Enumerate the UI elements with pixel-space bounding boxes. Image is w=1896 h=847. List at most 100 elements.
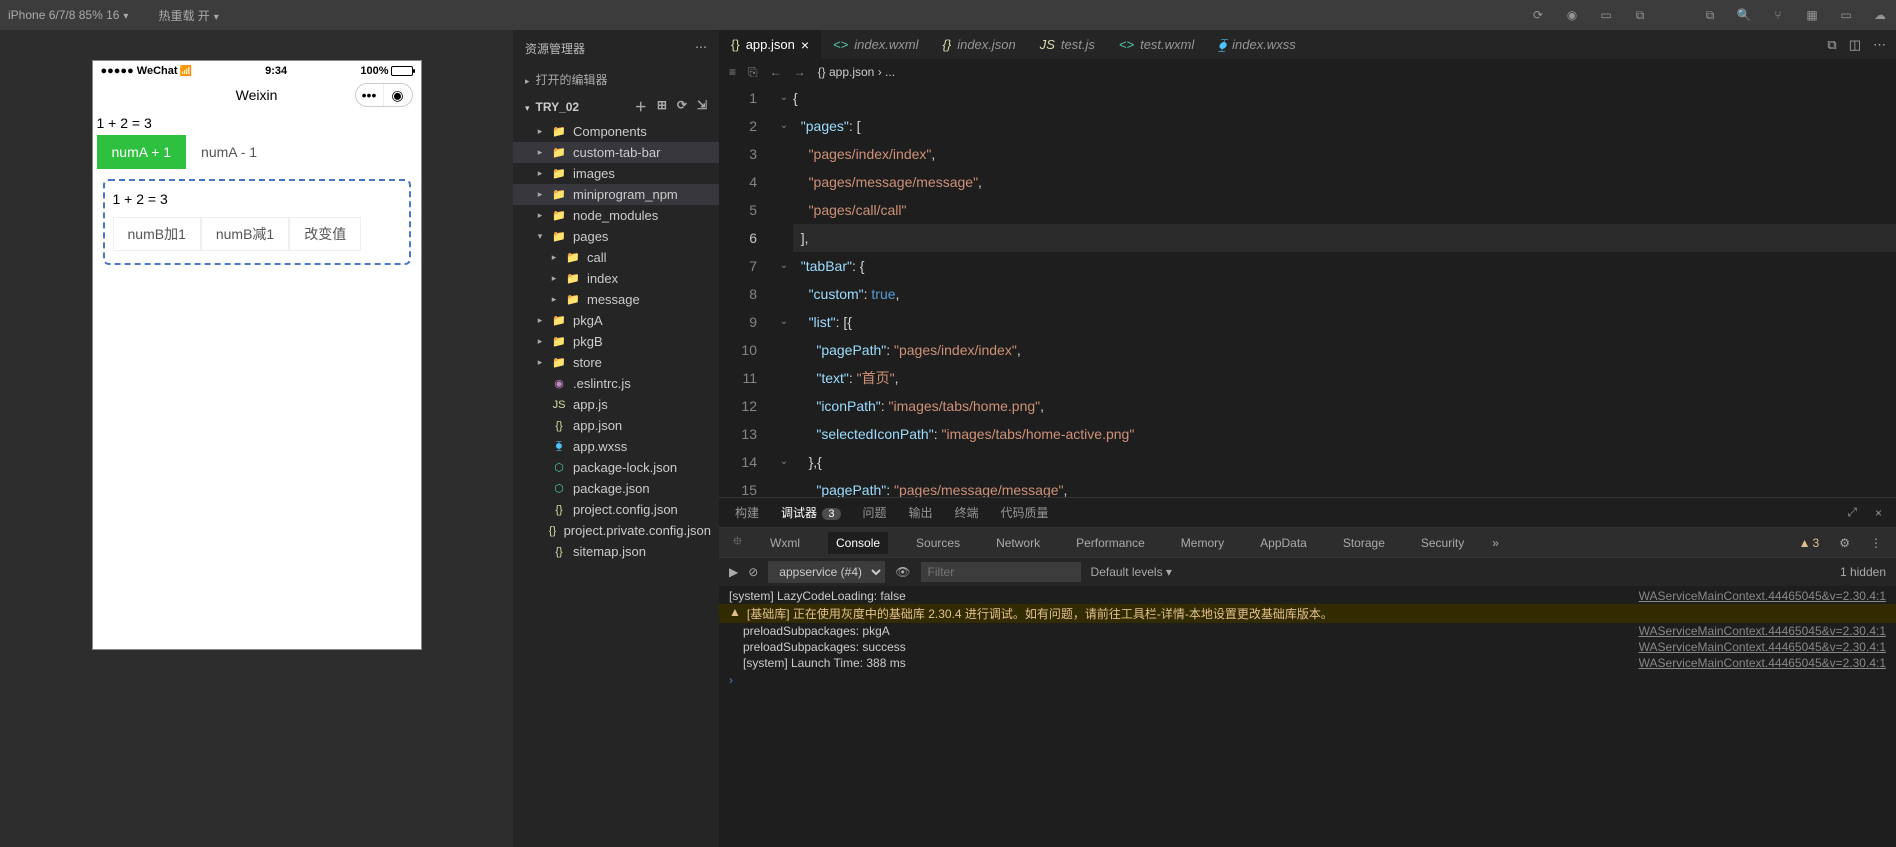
copy-icon[interactable]: ⧉ bbox=[1632, 7, 1648, 23]
hot-reload-toggle[interactable]: 热重载 开 bbox=[158, 7, 218, 24]
panel-tab-output[interactable]: 输出 bbox=[907, 504, 935, 521]
forward-icon[interactable]: → bbox=[794, 65, 806, 80]
devtools-tab-console[interactable]: Console bbox=[828, 532, 888, 554]
kebab-icon[interactable]: ⋮ bbox=[1870, 536, 1882, 550]
capsule-menu-icon[interactable]: ••• bbox=[356, 84, 384, 106]
carrier-label: ●●●●● WeChat bbox=[101, 65, 192, 77]
tab-indexwxml[interactable]: <>index.wxml bbox=[821, 30, 930, 59]
back-icon[interactable]: ← bbox=[770, 65, 782, 80]
warning-count[interactable]: ▲ 3 bbox=[1799, 536, 1820, 550]
console-clear-icon[interactable]: ⊘ bbox=[748, 565, 758, 579]
bookmark-icon[interactable]: ⎘ bbox=[748, 65, 758, 80]
panel-maximize-icon[interactable]: ⤢ bbox=[1847, 505, 1857, 520]
new-file-icon[interactable]: ＋ bbox=[635, 98, 647, 115]
console-play-icon[interactable]: ▶ bbox=[729, 565, 738, 579]
file-appjson[interactable]: {}app.json bbox=[513, 415, 719, 436]
file-project-private[interactable]: {}project.private.config.json bbox=[513, 520, 719, 541]
folder-miniprogram-npm[interactable]: ▸📁miniprogram_npm bbox=[513, 184, 719, 205]
console-output[interactable]: [system] LazyCodeLoading: falseWAService… bbox=[719, 586, 1896, 847]
inspect-icon[interactable]: ⯐ bbox=[733, 532, 742, 553]
devtools-tab-memory[interactable]: Memory bbox=[1173, 532, 1232, 554]
project-name[interactable]: TRY_02 bbox=[525, 100, 579, 114]
capsule-close-icon[interactable]: ◉ bbox=[384, 84, 412, 106]
layout-icon[interactable]: ◫ bbox=[1849, 37, 1861, 53]
devtools-tab-wxml[interactable]: Wxml bbox=[762, 532, 808, 554]
code-editor[interactable]: 123456789101112131415 ⌄⌄⌄⌄⌄ { "pages": [… bbox=[719, 84, 1896, 497]
folder-custom-tab-bar[interactable]: ▸📁custom-tab-bar bbox=[513, 142, 719, 163]
panel-close-icon[interactable]: × bbox=[1875, 506, 1882, 520]
more-icon[interactable]: ⋯ bbox=[1873, 37, 1886, 53]
devtools-tab-storage[interactable]: Storage bbox=[1335, 532, 1393, 554]
folder-images[interactable]: ▸📁images bbox=[513, 163, 719, 184]
folder-call[interactable]: ▸📁call bbox=[513, 247, 719, 268]
devtools-tab-appdata[interactable]: AppData bbox=[1252, 532, 1315, 554]
panel-tab-quality[interactable]: 代码质量 bbox=[999, 504, 1051, 521]
context-selector[interactable]: appservice (#4) bbox=[768, 561, 885, 583]
folder-message[interactable]: ▸📁message bbox=[513, 289, 719, 310]
equation-2: 1 + 2 = 3 bbox=[113, 191, 401, 207]
file-sitemap[interactable]: {}sitemap.json bbox=[513, 541, 719, 562]
file-project-config[interactable]: {}project.config.json bbox=[513, 499, 719, 520]
folder-node-modules[interactable]: ▸📁node_modules bbox=[513, 205, 719, 226]
more-icon[interactable]: ⋯ bbox=[695, 40, 707, 57]
filter-input[interactable] bbox=[921, 562, 1081, 582]
panel-tab-build[interactable]: 构建 bbox=[733, 504, 761, 521]
settings-icon[interactable]: ⚙ bbox=[1839, 536, 1850, 550]
phone-icon[interactable]: ▭ bbox=[1598, 7, 1614, 23]
change-value-button[interactable]: 改变值 bbox=[289, 217, 361, 251]
panel-tab-debugger[interactable]: 调试器 3 bbox=[779, 504, 842, 529]
bottom-panel: 构建 调试器 3 问题 输出 终端 代码质量 ⤢ × ⯐ Wxml Consol… bbox=[719, 497, 1896, 847]
extensions-icon[interactable]: ▦ bbox=[1804, 7, 1820, 23]
close-icon[interactable]: × bbox=[801, 37, 809, 53]
file-package-lock[interactable]: ⬡package-lock.json bbox=[513, 457, 719, 478]
levels-dropdown[interactable]: Default levels ▾ bbox=[1091, 565, 1172, 579]
cloud-icon[interactable]: ☁ bbox=[1872, 7, 1888, 23]
numB-minus-button[interactable]: numB减1 bbox=[201, 217, 289, 251]
panel-tab-problems[interactable]: 问题 bbox=[861, 504, 889, 521]
refresh-icon[interactable]: ⟳ bbox=[1530, 7, 1546, 23]
file-eslintrc[interactable]: ◉.eslintrc.js bbox=[513, 373, 719, 394]
device-selector[interactable]: iPhone 6/7/8 85% 16 bbox=[8, 8, 128, 22]
eye-icon[interactable]: 👁 bbox=[895, 565, 910, 579]
devtools-tab-performance[interactable]: Performance bbox=[1068, 532, 1153, 554]
editor-tabs: {}app.json× <>index.wxml {}index.json JS… bbox=[719, 30, 1896, 60]
new-folder-icon[interactable]: ⊞ bbox=[657, 98, 667, 115]
file-appjs[interactable]: JSapp.js bbox=[513, 394, 719, 415]
folder-store[interactable]: ▸📁store bbox=[513, 352, 719, 373]
numB-plus-button[interactable]: numB加1 bbox=[113, 217, 201, 251]
file-package[interactable]: ⬡package.json bbox=[513, 478, 719, 499]
list-icon[interactable]: ≡ bbox=[729, 65, 736, 80]
equation-1: 1 + 2 = 3 bbox=[97, 113, 417, 135]
split-icon[interactable]: ⧉ bbox=[1827, 37, 1836, 53]
devtools-tab-sources[interactable]: Sources bbox=[908, 532, 968, 554]
refresh-tree-icon[interactable]: ⟳ bbox=[677, 98, 687, 115]
dashed-box: 1 + 2 = 3 numB加1 numB减1 改变值 bbox=[103, 179, 411, 265]
collapse-icon[interactable]: ⇲ bbox=[697, 98, 707, 115]
tab-indexjson[interactable]: {}index.json bbox=[931, 30, 1028, 59]
folder-pages[interactable]: ▾📁pages bbox=[513, 226, 719, 247]
numA-plus-button[interactable]: numA + 1 bbox=[97, 135, 187, 169]
folder-components[interactable]: ▸📁Components bbox=[513, 121, 719, 142]
tab-testjs[interactable]: JStest.js bbox=[1028, 30, 1107, 59]
debug-icon[interactable]: ▭ bbox=[1838, 7, 1854, 23]
devtools-more-icon[interactable]: » bbox=[1492, 536, 1499, 550]
stop-icon[interactable]: ◉ bbox=[1564, 7, 1580, 23]
folder-index[interactable]: ▸📁index bbox=[513, 268, 719, 289]
tab-testwxml[interactable]: <>test.wxml bbox=[1107, 30, 1206, 59]
folder-pkgB[interactable]: ▸📁pkgB bbox=[513, 331, 719, 352]
folder-pkgA[interactable]: ▸📁pkgA bbox=[513, 310, 719, 331]
search-icon[interactable]: 🔍 bbox=[1736, 7, 1752, 23]
top-toolbar: iPhone 6/7/8 85% 16 热重载 开 ⟳ ◉ ▭ ⧉ ⧉ 🔍 ⑂ … bbox=[0, 0, 1896, 30]
open-editors-section[interactable]: 打开的编辑器 bbox=[513, 67, 719, 92]
numA-minus-button[interactable]: numA - 1 bbox=[186, 135, 272, 169]
panel-tab-terminal[interactable]: 终端 bbox=[953, 504, 981, 521]
time-label: 9:34 bbox=[265, 65, 287, 77]
tab-indexwxss[interactable]: ⧳index.wxss bbox=[1206, 30, 1307, 59]
devtools-tab-security[interactable]: Security bbox=[1413, 532, 1472, 554]
devtools-tab-network[interactable]: Network bbox=[988, 532, 1048, 554]
branch-icon[interactable]: ⑂ bbox=[1770, 7, 1786, 23]
file-appwxss[interactable]: ⧳app.wxss bbox=[513, 436, 719, 457]
files-icon[interactable]: ⧉ bbox=[1702, 7, 1718, 23]
battery-label: 100% bbox=[360, 65, 388, 77]
tab-appjson[interactable]: {}app.json× bbox=[719, 30, 821, 59]
